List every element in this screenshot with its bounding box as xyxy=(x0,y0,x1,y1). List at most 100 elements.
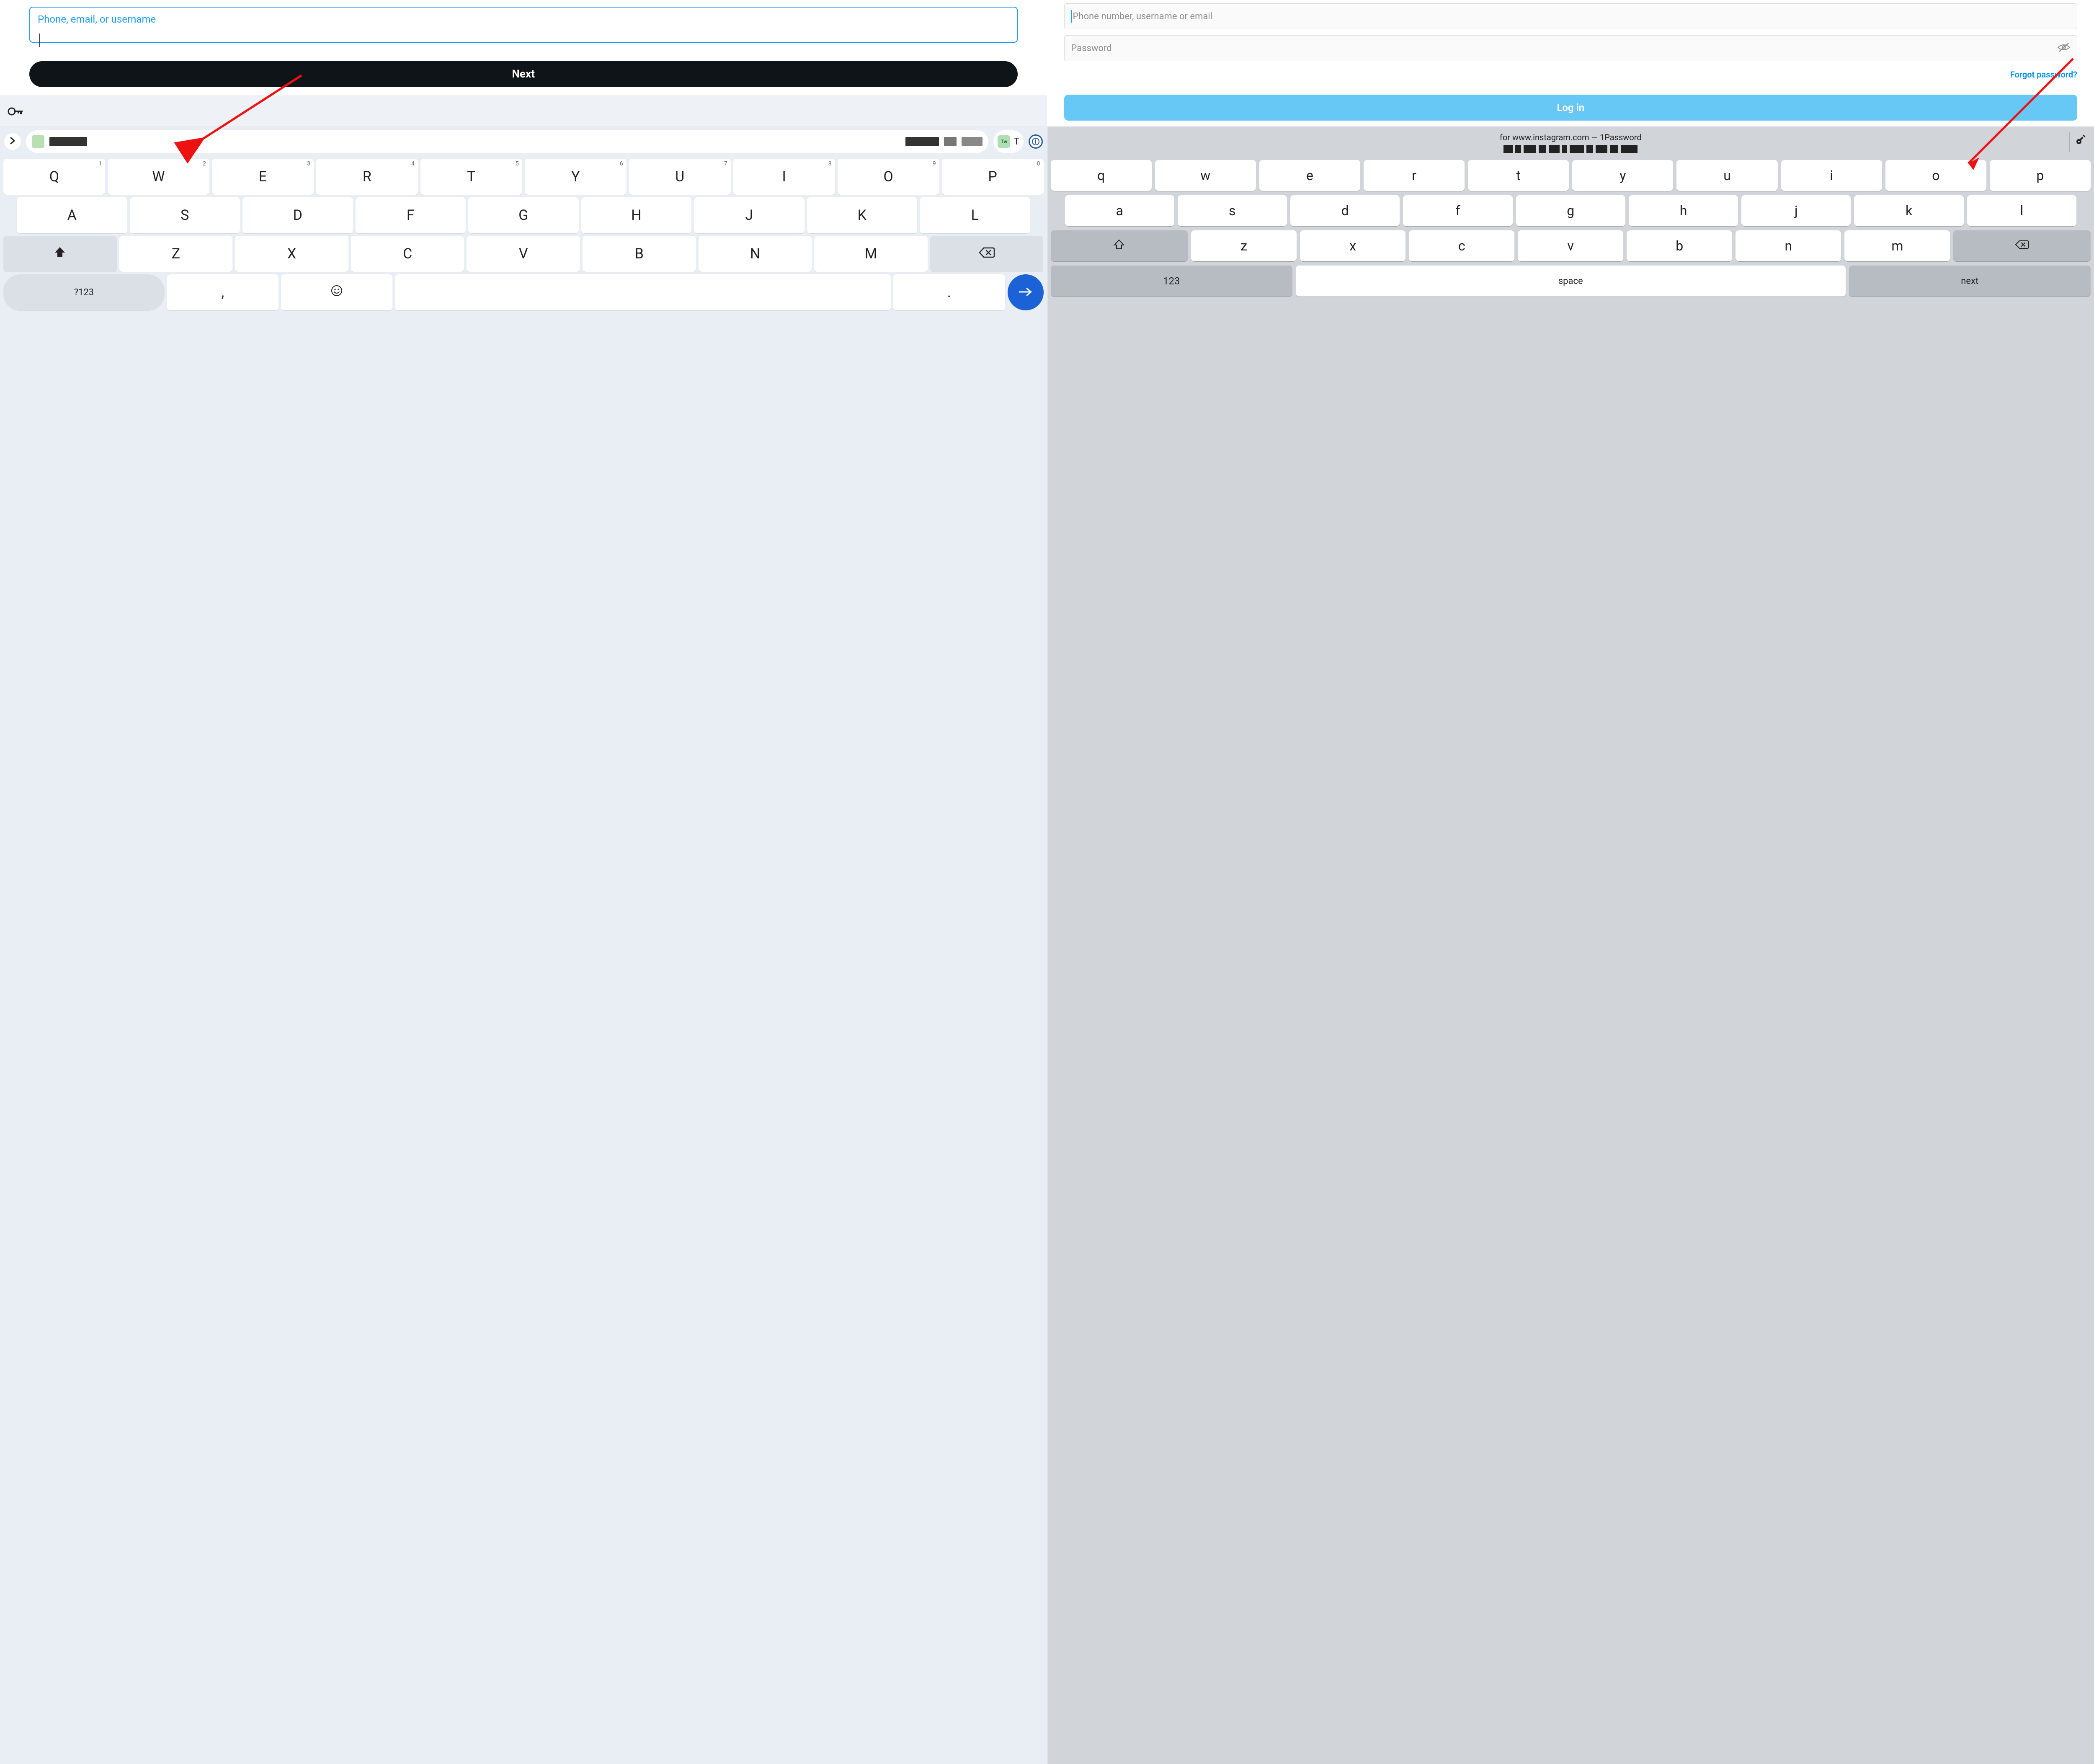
comma-key[interactable]: , xyxy=(167,274,279,310)
key-v[interactable]: v xyxy=(1518,230,1623,261)
site-badge-icon: Tw xyxy=(998,135,1010,148)
key-superscript: 8 xyxy=(828,160,832,167)
key-t[interactable]: t xyxy=(1468,160,1569,191)
key-h[interactable]: H xyxy=(581,197,692,233)
next-key[interactable]: next xyxy=(1849,266,2091,297)
key-a[interactable]: a xyxy=(1065,195,1174,226)
shift-key[interactable] xyxy=(3,236,117,272)
key-n[interactable]: n xyxy=(1736,230,1841,261)
key-i[interactable]: I8 xyxy=(733,159,835,195)
chevron-right-icon xyxy=(10,137,15,146)
password-key-icon[interactable] xyxy=(8,106,24,117)
shift-icon xyxy=(53,245,67,263)
symbols-key[interactable]: ?123 xyxy=(3,274,165,310)
key-superscript: 7 xyxy=(724,160,727,167)
key-superscript: 0 xyxy=(1037,160,1040,167)
password-input[interactable]: Password xyxy=(1064,35,2078,61)
key-l[interactable]: L xyxy=(920,197,1030,233)
numbers-key[interactable]: 123 xyxy=(1051,266,1293,297)
key-o[interactable]: o xyxy=(1885,160,1986,191)
key-d[interactable]: D xyxy=(242,197,353,233)
space-key[interactable]: space xyxy=(1296,266,1846,297)
shift-icon xyxy=(1113,239,1125,253)
password-key-icon[interactable] xyxy=(2075,134,2086,147)
key-y[interactable]: y xyxy=(1572,160,1673,191)
key-r[interactable]: R4 xyxy=(316,159,418,195)
key-v[interactable]: V xyxy=(467,236,580,272)
space-key[interactable] xyxy=(395,274,891,310)
key-b[interactable]: b xyxy=(1627,230,1732,261)
key-x[interactable]: X xyxy=(235,236,348,272)
key-g[interactable]: G xyxy=(468,197,579,233)
key-s[interactable]: s xyxy=(1178,195,1287,226)
key-b[interactable]: B xyxy=(583,236,696,272)
key-j[interactable]: J xyxy=(694,197,805,233)
enter-key[interactable] xyxy=(1008,274,1044,310)
key-f[interactable]: F xyxy=(356,197,466,233)
autofill-suggestion-bar[interactable]: for www.instagram.com — 1Password xyxy=(1047,126,2094,157)
account-avatar-icon xyxy=(32,135,44,148)
key-c[interactable]: C xyxy=(351,236,464,272)
backspace-key[interactable] xyxy=(930,236,1044,272)
identifier-input[interactable]: Phone, email, or username xyxy=(29,7,1018,43)
key-p[interactable]: p xyxy=(1990,160,2091,191)
key-s[interactable]: S xyxy=(130,197,240,233)
key-g[interactable]: g xyxy=(1516,195,1625,226)
key-superscript: 2 xyxy=(203,160,206,167)
key-superscript: 3 xyxy=(307,160,310,167)
key-j[interactable]: j xyxy=(1741,195,1851,226)
key-f[interactable]: f xyxy=(1403,195,1512,226)
keyboard-row-3: zxcvbnm xyxy=(1051,230,2091,261)
key-w[interactable]: w xyxy=(1155,160,1256,191)
separator xyxy=(2069,132,2070,152)
key-n[interactable]: N xyxy=(699,236,812,272)
key-e[interactable]: e xyxy=(1259,160,1360,191)
autofill-suggestion-2[interactable]: Tw T xyxy=(993,130,1023,153)
emoji-icon xyxy=(330,284,343,301)
key-c[interactable]: c xyxy=(1409,230,1514,261)
key-u[interactable]: U7 xyxy=(629,159,731,195)
key-q[interactable]: q xyxy=(1051,160,1152,191)
key-e[interactable]: E3 xyxy=(212,159,314,195)
forgot-password-link[interactable]: Forgot password? xyxy=(2010,70,2077,80)
keyboard-row-2: asdfghjkl xyxy=(1051,195,2091,226)
key-a[interactable]: A xyxy=(17,197,127,233)
key-r[interactable]: r xyxy=(1364,160,1465,191)
redacted-text xyxy=(905,137,939,146)
expand-suggestions-button[interactable] xyxy=(4,133,21,150)
screenshot-left: Phone, email, or username Next xyxy=(0,0,1047,1764)
key-q[interactable]: Q1 xyxy=(3,159,105,195)
key-l[interactable]: l xyxy=(1967,195,2076,226)
key-z[interactable]: z xyxy=(1191,230,1297,261)
key-d[interactable]: d xyxy=(1290,195,1400,226)
emoji-key[interactable] xyxy=(281,274,392,310)
key-x[interactable]: x xyxy=(1300,230,1405,261)
key-t[interactable]: T5 xyxy=(420,159,522,195)
key-m[interactable]: m xyxy=(1844,230,1950,261)
backspace-key[interactable] xyxy=(1953,230,2091,261)
text-caret xyxy=(1071,10,1072,23)
username-input[interactable]: Phone number, username or email xyxy=(1064,3,2078,29)
autofill-suggestion-1[interactable] xyxy=(26,130,988,153)
key-w[interactable]: W2 xyxy=(108,159,209,195)
key-h[interactable]: h xyxy=(1629,195,1738,226)
key-z[interactable]: Z xyxy=(119,236,233,272)
key-superscript: 5 xyxy=(516,160,519,167)
next-button[interactable]: Next xyxy=(29,61,1018,87)
toggle-password-visibility-icon[interactable] xyxy=(2057,41,2071,55)
key-o[interactable]: O9 xyxy=(838,159,939,195)
onepassword-icon[interactable] xyxy=(1029,134,1043,149)
key-i[interactable]: i xyxy=(1781,160,1882,191)
key-k[interactable]: k xyxy=(1854,195,1963,226)
login-button[interactable]: Log in xyxy=(1064,95,2078,121)
shift-key[interactable] xyxy=(1051,230,1188,261)
key-m[interactable]: M xyxy=(814,236,928,272)
period-key[interactable]: . xyxy=(893,274,1005,310)
key-p[interactable]: P0 xyxy=(942,159,1044,195)
keyboard-ios-keys: qwertyuiop asdfghjkl zxcvbnm 123 space xyxy=(1047,157,2094,301)
key-superscript: 4 xyxy=(411,160,415,167)
key-y[interactable]: Y6 xyxy=(525,159,627,195)
text-caret xyxy=(39,34,40,47)
key-k[interactable]: K xyxy=(807,197,918,233)
key-u[interactable]: u xyxy=(1676,160,1777,191)
